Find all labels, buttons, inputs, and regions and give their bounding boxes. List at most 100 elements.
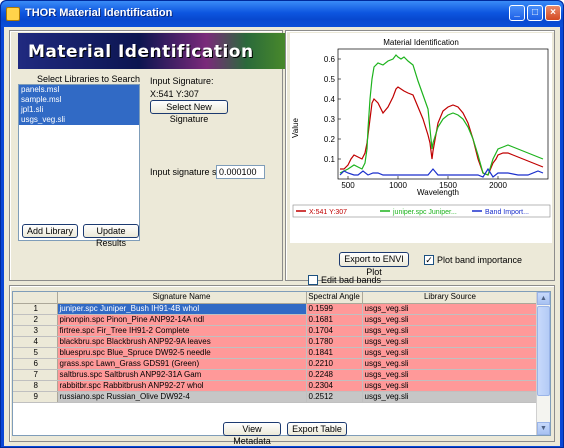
- row-number[interactable]: 2: [13, 314, 58, 326]
- table-header: Signature Name Spectral Angle Library So…: [13, 292, 539, 304]
- row-number[interactable]: 4: [13, 336, 58, 348]
- series-line-3: [339, 167, 544, 178]
- header-library-source[interactable]: Library Source: [362, 292, 539, 304]
- cell-spectral-angle[interactable]: 0.1704: [306, 325, 363, 337]
- y-tick-label: 0.1: [324, 155, 336, 164]
- table-row[interactable]: 9 russiano.spc Russian_Olive DW92-4 0.2512…: [13, 391, 539, 403]
- app-icon: [6, 7, 20, 21]
- export-table-button[interactable]: Export Table: [287, 422, 347, 436]
- table-row[interactable]: 2 pinonpin.spc Pinon_Pine ANP92-14A ndl 0.…: [13, 314, 539, 326]
- scroll-down-arrow[interactable]: ▼: [537, 422, 550, 435]
- table-row[interactable]: 4 blackbru.spc Blackbrush ANP92-9A leaves…: [13, 336, 539, 348]
- cell-library-source[interactable]: usgs_veg.sli: [362, 314, 539, 326]
- cell-library-source[interactable]: usgs_veg.sli: [362, 358, 539, 370]
- cell-spectral-angle[interactable]: 0.1841: [306, 347, 363, 359]
- minimize-button[interactable]: _: [509, 5, 525, 21]
- y-axis-label: Value: [291, 118, 300, 138]
- update-results-button[interactable]: Update Results: [83, 224, 139, 248]
- cell-signature-name[interactable]: blackbru.spc Blackbrush ANP92-9A leaves: [57, 336, 307, 348]
- libraries-label: Select Libraries to Search: [37, 74, 141, 84]
- row-number[interactable]: 3: [13, 325, 58, 337]
- row-number[interactable]: 5: [13, 347, 58, 359]
- cell-signature-name[interactable]: firtree.spc Fir_Tree IH91-2 Complete: [57, 325, 307, 337]
- x-tick-label: 500: [341, 181, 355, 190]
- plot-band-importance-label: Plot band importance: [437, 255, 523, 265]
- scroll-up-arrow[interactable]: ▲: [537, 292, 550, 305]
- cell-signature-name[interactable]: rabbitbr.spc Rabbitbrush ANP92-27 whol: [57, 380, 307, 392]
- scroll-thumb[interactable]: [537, 306, 550, 396]
- spectral-chart: Material Identification Value Wavelength…: [291, 38, 551, 218]
- library-item[interactable]: jpl1.sli: [19, 105, 139, 115]
- export-envi-plot-button[interactable]: Export to ENVI Plot: [339, 252, 409, 277]
- legend-entry: juniper.spc Juniper...: [392, 209, 457, 216]
- x-tick-label: 1000: [389, 181, 407, 190]
- cell-spectral-angle[interactable]: 0.1681: [306, 314, 363, 326]
- table-row[interactable]: 6 grass.spc Lawn_Grass GDS91 (Green) 0.221…: [13, 358, 539, 370]
- table-row[interactable]: 7 saltbrus.spc Saltbrush ANP92-31A Gam 0.2…: [13, 369, 539, 381]
- add-library-button[interactable]: Add Library: [22, 224, 78, 238]
- library-item[interactable]: sample.msl: [19, 95, 139, 105]
- plot-band-importance-checkbox[interactable]: ✓: [424, 255, 434, 265]
- chart-title: Material Identification: [383, 38, 459, 47]
- legend: X:541 Y:307 juniper.spc Juniper... Band Im…: [296, 209, 529, 216]
- y-tick-label: 0.6: [324, 55, 336, 64]
- app-window: THOR Material Identification _ □ × Mater…: [0, 0, 564, 448]
- table-scrollbar[interactable]: ▲ ▼: [536, 292, 550, 435]
- library-list[interactable]: panels.msl sample.msl jpl1.sli usgs_veg.…: [18, 84, 140, 241]
- table-row[interactable]: 3 firtree.spc Fir_Tree IH91-2 Complete 0.1…: [13, 325, 539, 337]
- cell-library-source[interactable]: usgs_veg.sli: [362, 391, 539, 403]
- cell-library-source[interactable]: usgs_veg.sli: [362, 347, 539, 359]
- table-row[interactable]: 5 bluespru.spc Blue_Spruce DW92-5 needle 0…: [13, 347, 539, 359]
- row-number[interactable]: 1: [13, 303, 58, 315]
- library-item[interactable]: usgs_veg.sli: [19, 115, 139, 125]
- cell-signature-name[interactable]: bluespru.spc Blue_Spruce DW92-5 needle: [57, 347, 307, 359]
- row-number[interactable]: 6: [13, 358, 58, 370]
- results-table[interactable]: Signature Name Spectral Angle Library So…: [12, 291, 551, 436]
- cell-spectral-angle[interactable]: 0.2210: [306, 358, 363, 370]
- cell-library-source[interactable]: usgs_veg.sli: [362, 325, 539, 337]
- banner: Material Identification: [18, 33, 287, 69]
- cell-spectral-angle[interactable]: 0.1599: [306, 303, 363, 315]
- header-spectral-angle[interactable]: Spectral Angle: [306, 292, 363, 304]
- edit-bad-bands-label: Edit bad bands: [321, 275, 382, 285]
- cell-signature-name[interactable]: russiano.spc Russian_Olive DW92-4: [57, 391, 307, 403]
- maximize-button[interactable]: □: [527, 5, 543, 21]
- cell-library-source[interactable]: usgs_veg.sli: [362, 303, 539, 315]
- table-row[interactable]: 8 rabbitbr.spc Rabbitbrush ANP92-27 whol 0…: [13, 380, 539, 392]
- header-signature-name[interactable]: Signature Name: [57, 292, 307, 304]
- cell-spectral-angle[interactable]: 0.2512: [306, 391, 363, 403]
- plot-panel: Material Identification Value Wavelength…: [285, 30, 555, 281]
- series-lines: [339, 54, 544, 178]
- row-number[interactable]: 7: [13, 369, 58, 381]
- cell-signature-name[interactable]: juniper.spc Juniper_Bush IH91-4B whol: [57, 303, 307, 315]
- row-number[interactable]: 9: [13, 391, 58, 403]
- cell-library-source[interactable]: usgs_veg.sli: [362, 336, 539, 348]
- cell-signature-name[interactable]: grass.spc Lawn_Grass GDS91 (Green): [57, 358, 307, 370]
- x-tick-label: 1500: [439, 181, 457, 190]
- title-bar[interactable]: THOR Material Identification _ □ ×: [1, 1, 563, 27]
- scale-input[interactable]: 0.000100: [216, 165, 265, 179]
- cell-spectral-angle[interactable]: 0.2304: [306, 380, 363, 392]
- cell-spectral-angle[interactable]: 0.2248: [306, 369, 363, 381]
- cell-spectral-angle[interactable]: 0.1780: [306, 336, 363, 348]
- legend-entry: X:541 Y:307: [309, 209, 347, 216]
- corner-header: [13, 292, 58, 304]
- view-metadata-button[interactable]: View Metadata: [223, 422, 281, 446]
- edit-bad-bands-checkbox[interactable]: [308, 275, 318, 285]
- banner-text: Material Identification: [28, 42, 254, 62]
- cell-signature-name[interactable]: saltbrus.spc Saltbrush ANP92-31A Gam: [57, 369, 307, 381]
- cell-library-source[interactable]: usgs_veg.sli: [362, 380, 539, 392]
- axes: 0.1 0.2 0.3 0.4 0.5 0.6 500 1000 1500 2000: [324, 48, 549, 190]
- table-row[interactable]: 1 juniper.spc Juniper_Bush IH91-4B whol 0.…: [13, 303, 539, 315]
- library-item[interactable]: panels.msl: [19, 85, 139, 95]
- signature-coords: X:541 Y:307: [150, 89, 199, 99]
- cell-library-source[interactable]: usgs_veg.sli: [362, 369, 539, 381]
- search-panel: Material Identification Select Libraries…: [9, 30, 287, 281]
- select-new-signature-button[interactable]: Select New Signature: [150, 100, 228, 124]
- cell-signature-name[interactable]: pinonpin.spc Pinon_Pine ANP92-14A ndl: [57, 314, 307, 326]
- client-area: Material Identification Select Libraries…: [4, 27, 560, 446]
- legend-entry: Band Import...: [485, 209, 529, 216]
- row-number[interactable]: 8: [13, 380, 58, 392]
- plot-area: Material Identification Value Wavelength…: [290, 33, 552, 243]
- close-button[interactable]: ×: [545, 5, 561, 21]
